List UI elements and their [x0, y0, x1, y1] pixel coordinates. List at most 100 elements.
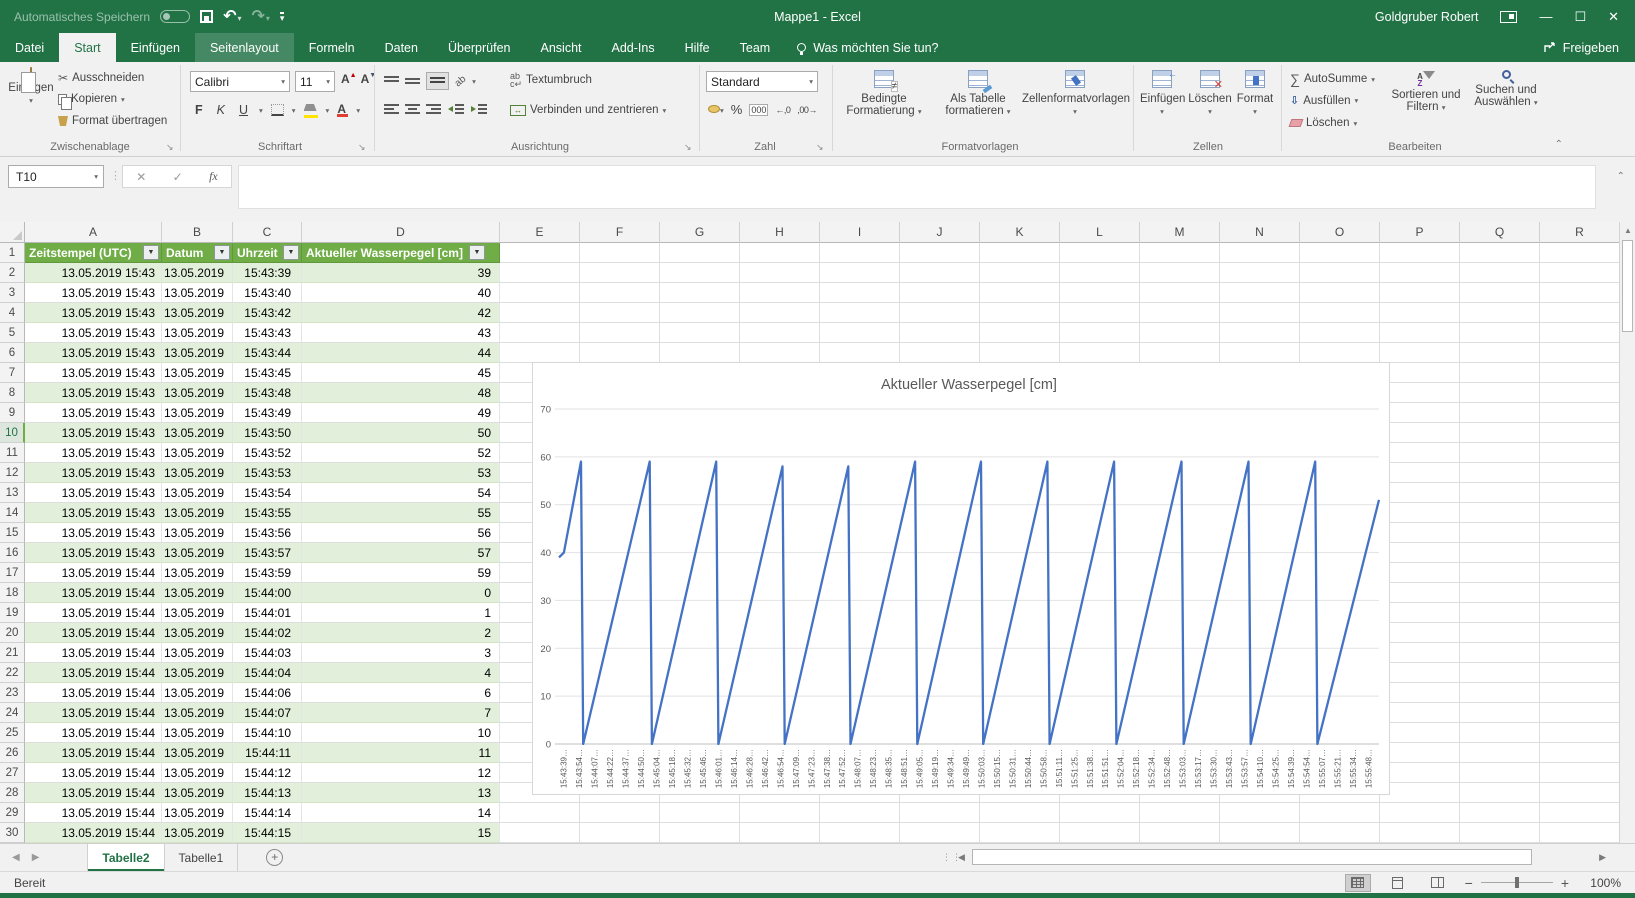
increase-indent-icon[interactable] — [470, 104, 487, 115]
cell[interactable] — [580, 283, 660, 303]
cut-button[interactable]: ✂ Ausschneiden — [58, 71, 144, 85]
cell[interactable]: 1 — [302, 603, 500, 623]
column-header-F[interactable]: F — [580, 222, 660, 243]
cell[interactable] — [1460, 743, 1540, 763]
sheet-tab-tabelle1[interactable]: Tabelle1 — [165, 844, 239, 871]
cell[interactable] — [500, 323, 580, 343]
view-page-layout-button[interactable] — [1385, 874, 1411, 892]
cell[interactable]: 15:44:02 — [233, 623, 302, 643]
cell[interactable] — [1540, 243, 1620, 263]
dialog-launcher-icon[interactable]: ↘ — [166, 142, 174, 153]
cell[interactable] — [1380, 563, 1460, 583]
fill-button[interactable]: ⇩ Ausfüllen ▾ — [1290, 94, 1358, 107]
cell[interactable] — [1460, 663, 1540, 683]
merge-center-button[interactable]: ↔ Verbinden und zentrieren ▾ — [510, 104, 666, 116]
cell[interactable] — [820, 823, 900, 843]
cell[interactable]: 13.05.2019 — [162, 263, 233, 283]
cell[interactable]: 13.05.2019 — [162, 723, 233, 743]
cell[interactable] — [820, 803, 900, 823]
row-header-24[interactable]: 24 — [0, 703, 25, 723]
column-header-G[interactable]: G — [660, 222, 740, 243]
cell[interactable]: 13.05.2019 — [162, 283, 233, 303]
cell[interactable]: 45 — [302, 363, 500, 383]
cell[interactable] — [980, 823, 1060, 843]
cell[interactable] — [1540, 723, 1620, 743]
format-cells-button[interactable]: Format ▾ — [1234, 70, 1276, 117]
cell[interactable]: 15:44:12 — [233, 763, 302, 783]
cell[interactable]: 15:44:14 — [233, 803, 302, 823]
cell[interactable] — [580, 823, 660, 843]
cell[interactable] — [1300, 303, 1380, 323]
cell[interactable]: 15:44:04 — [233, 663, 302, 683]
cell[interactable]: 15:43:56 — [233, 523, 302, 543]
column-header-P[interactable]: P — [1380, 222, 1460, 243]
cell[interactable] — [900, 303, 980, 323]
italic-button[interactable]: K — [214, 103, 228, 117]
row-header-25[interactable]: 25 — [0, 723, 25, 743]
sheet-tab-tabelle2[interactable]: Tabelle2 — [87, 844, 164, 871]
chevron-down-icon[interactable]: ▾ — [356, 106, 360, 115]
cell[interactable] — [660, 343, 740, 363]
cell[interactable]: 10 — [302, 723, 500, 743]
horizontal-scrollbar[interactable]: ◀ ▶ — [958, 849, 1606, 866]
cell[interactable] — [1380, 543, 1460, 563]
filter-dropdown-icon[interactable]: ▼ — [469, 245, 485, 260]
cell[interactable] — [1540, 463, 1620, 483]
cell[interactable]: 7 — [302, 703, 500, 723]
cell[interactable] — [1460, 343, 1540, 363]
cell[interactable]: 13.05.2019 — [162, 303, 233, 323]
cell[interactable] — [1380, 383, 1460, 403]
name-box[interactable]: T10 ▾ — [8, 165, 104, 188]
cell[interactable] — [1380, 763, 1460, 783]
cell[interactable] — [900, 343, 980, 363]
cell[interactable] — [1460, 303, 1540, 323]
cell[interactable]: 13.05.2019 — [162, 323, 233, 343]
row-header-12[interactable]: 12 — [0, 463, 25, 483]
row-header-28[interactable]: 28 — [0, 783, 25, 803]
cell[interactable] — [1060, 263, 1140, 283]
column-header-D[interactable]: D — [302, 222, 500, 243]
tab-formeln[interactable]: Formeln — [294, 33, 370, 62]
row-header-7[interactable]: 7 — [0, 363, 25, 383]
cell[interactable] — [1540, 283, 1620, 303]
cell[interactable]: 13.05.2019 15:43 — [25, 483, 162, 503]
cell[interactable] — [980, 263, 1060, 283]
cell[interactable] — [1380, 303, 1460, 323]
borders-icon[interactable] — [271, 104, 284, 116]
chevron-down-icon[interactable]: ▾ — [472, 77, 476, 86]
cell[interactable] — [500, 803, 580, 823]
cell[interactable] — [1300, 263, 1380, 283]
column-header-N[interactable]: N — [1220, 222, 1300, 243]
cell[interactable] — [900, 803, 980, 823]
cell[interactable]: 15:44:00 — [233, 583, 302, 603]
cell[interactable]: 0 — [302, 583, 500, 603]
cell[interactable]: 15:44:10 — [233, 723, 302, 743]
cell[interactable] — [1460, 823, 1540, 843]
sheet-nav-right-icon[interactable]: ▶ — [32, 844, 52, 871]
cell[interactable] — [580, 323, 660, 343]
cell[interactable] — [500, 823, 580, 843]
cell[interactable] — [1460, 323, 1540, 343]
cell[interactable] — [1060, 323, 1140, 343]
cell[interactable]: 49 — [302, 403, 500, 423]
cell[interactable] — [1540, 683, 1620, 703]
cell[interactable]: 13.05.2019 15:44 — [25, 623, 162, 643]
cell[interactable]: 13.05.2019 — [162, 383, 233, 403]
zoom-slider[interactable] — [1481, 882, 1553, 883]
cell[interactable] — [1220, 343, 1300, 363]
cell[interactable]: 15:43:49 — [233, 403, 302, 423]
cell[interactable] — [1380, 423, 1460, 443]
cell[interactable]: 54 — [302, 483, 500, 503]
zoom-slider-thumb[interactable] — [1515, 877, 1519, 888]
cell[interactable]: 15:44:01 — [233, 603, 302, 623]
column-header-R[interactable]: R — [1540, 222, 1620, 243]
collapse-ribbon-icon[interactable]: ⌃ — [1555, 139, 1563, 150]
table-header-cell[interactable]: Aktueller Wasserpegel [cm]▼ — [302, 243, 500, 263]
align-middle-icon[interactable] — [405, 76, 420, 87]
cell[interactable] — [1540, 343, 1620, 363]
cell[interactable] — [1380, 343, 1460, 363]
cell[interactable]: 15:44:11 — [233, 743, 302, 763]
cell[interactable] — [820, 303, 900, 323]
cell[interactable] — [740, 803, 820, 823]
cell[interactable] — [820, 323, 900, 343]
